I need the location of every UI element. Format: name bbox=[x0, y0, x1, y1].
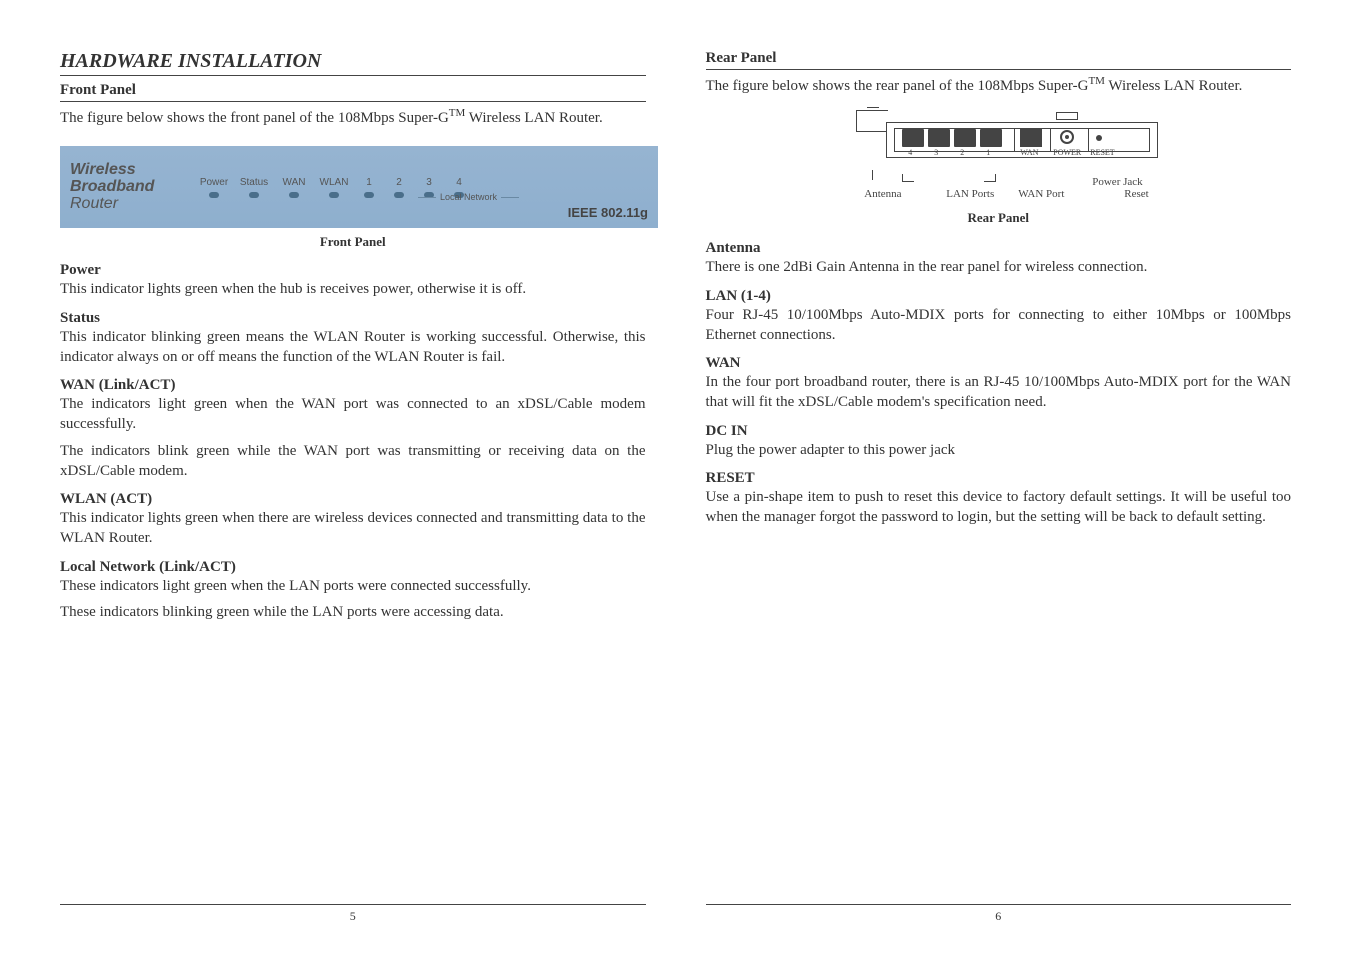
front-panel-figure: Wireless Broadband Router Power Status W… bbox=[60, 146, 658, 228]
led-dot-icon bbox=[209, 192, 219, 198]
local-network-label: Local Network bbox=[440, 192, 497, 202]
sec-dcin-title: DC IN bbox=[706, 423, 1292, 440]
led-status: Status bbox=[234, 177, 274, 198]
led-dot-icon bbox=[364, 192, 374, 198]
reset-tiny-label: RESET bbox=[1090, 148, 1114, 157]
brand-line-1: Wireless bbox=[70, 162, 190, 179]
led-label: Status bbox=[240, 177, 268, 188]
sec-localnet-title: Local Network (Link/ACT) bbox=[60, 559, 646, 576]
sec-wan2-title: WAN bbox=[706, 355, 1292, 372]
brand-line-3: Router bbox=[70, 196, 190, 213]
sec-wan-body-2: The indicators blink green while the WAN… bbox=[60, 441, 646, 482]
lan-ports-callout: LAN Ports bbox=[946, 188, 994, 200]
right-page-number: 6 bbox=[706, 904, 1292, 924]
intro-text-b: Wireless LAN Router. bbox=[1105, 78, 1242, 94]
front-panel-caption: Front Panel bbox=[60, 234, 646, 250]
bracket-icon bbox=[984, 174, 996, 182]
wan-port-callout: WAN Port bbox=[1018, 188, 1064, 200]
rear-panel-callouts: Antenna LAN Ports WAN Port Power Jack Re… bbox=[828, 170, 1168, 206]
left-page: HARDWARE INSTALLATION Front Panel The fi… bbox=[30, 50, 676, 924]
led-label: WAN bbox=[283, 177, 306, 188]
intro-text-a: The figure below shows the rear panel of… bbox=[706, 78, 1089, 94]
separator-icon bbox=[1088, 128, 1089, 152]
sec-lan-body: Four RJ-45 10/100Mbps Auto-MDIX ports fo… bbox=[706, 305, 1292, 346]
sec-wan-title: WAN (Link/ACT) bbox=[60, 377, 646, 394]
rear-panel-figure: 4 3 2 1 WAN POWER RESET Antenna LAN Port… bbox=[706, 110, 1292, 234]
sec-dcin-body: Plug the power adapter to this power jac… bbox=[706, 440, 1292, 460]
led-label: 1 bbox=[366, 177, 372, 188]
brand-line-2: Broadband bbox=[70, 179, 190, 196]
hardware-install-heading: HARDWARE INSTALLATION bbox=[60, 50, 646, 76]
port-num-4: 4 bbox=[908, 148, 912, 157]
bracket-line-icon bbox=[418, 197, 436, 198]
local-network-bracket: Local Network bbox=[418, 192, 519, 202]
led-label: Power bbox=[200, 177, 228, 188]
led-power: Power bbox=[194, 177, 234, 198]
left-page-number: 5 bbox=[60, 904, 646, 924]
separator-icon bbox=[1014, 128, 1015, 152]
lan-port-icon bbox=[902, 129, 924, 147]
arrow-icon bbox=[872, 170, 873, 180]
led-2: 2 bbox=[384, 177, 414, 198]
sec-wlan-body: This indicator lights green when there a… bbox=[60, 508, 646, 549]
sec-lan-title: LAN (1-4) bbox=[706, 288, 1292, 305]
led-label: 3 bbox=[426, 177, 432, 188]
wan-port-icon bbox=[1020, 129, 1042, 147]
intro-text-b: Wireless LAN Router. bbox=[465, 110, 602, 126]
led-dot-icon bbox=[249, 192, 259, 198]
rear-panel-subhead: Rear Panel bbox=[706, 50, 1292, 70]
separator-icon bbox=[1050, 128, 1051, 152]
tm-superscript: TM bbox=[449, 107, 466, 119]
lan-port-icon bbox=[980, 129, 1002, 147]
led-wlan: WLAN bbox=[314, 177, 354, 198]
sec-status-body: This indicator blinking green means the … bbox=[60, 327, 646, 368]
rear-panel-caption: Rear Panel bbox=[968, 210, 1030, 226]
sec-wan2-body: In the four port broadband router, there… bbox=[706, 372, 1292, 413]
power-tiny-label: POWER bbox=[1053, 148, 1081, 157]
intro-text-a: The figure below shows the front panel o… bbox=[60, 110, 449, 126]
port-num-3: 3 bbox=[934, 148, 938, 157]
led-wan: WAN bbox=[274, 177, 314, 198]
port-num-1: 1 bbox=[986, 148, 990, 157]
sec-power-body: This indicator lights green when the hub… bbox=[60, 279, 646, 299]
sec-power-title: Power bbox=[60, 262, 646, 279]
sec-antenna-body: There is one 2dBi Gain Antenna in the re… bbox=[706, 257, 1292, 277]
front-panel-intro: The figure below shows the front panel o… bbox=[60, 106, 646, 128]
port-num-2: 2 bbox=[960, 148, 964, 157]
led-dot-icon bbox=[394, 192, 404, 198]
led-label: 2 bbox=[396, 177, 402, 188]
led-dot-icon bbox=[329, 192, 339, 198]
tm-superscript: TM bbox=[1088, 75, 1105, 87]
antenna-callout: Antenna bbox=[864, 188, 901, 200]
sec-antenna-title: Antenna bbox=[706, 240, 1292, 257]
power-jack-callout: Power Jack bbox=[1092, 176, 1142, 188]
sec-wan-body-1: The indicators light green when the WAN … bbox=[60, 394, 646, 435]
sec-reset-body: Use a pin-shape item to push to reset th… bbox=[706, 487, 1292, 528]
sec-wlan-title: WLAN (ACT) bbox=[60, 491, 646, 508]
power-plug-icon bbox=[1056, 112, 1078, 120]
sec-localnet-body-2: These indicators blinking green while th… bbox=[60, 602, 646, 622]
sec-status-title: Status bbox=[60, 310, 646, 327]
wan-tiny-label: WAN bbox=[1020, 148, 1038, 157]
sec-localnet-body-1: These indicators light green when the LA… bbox=[60, 576, 646, 596]
sec-reset-title: RESET bbox=[706, 470, 1292, 487]
right-page: Rear Panel The figure below shows the re… bbox=[676, 50, 1322, 924]
ieee-label: IEEE 802.11g bbox=[568, 205, 648, 220]
bracket-line-icon bbox=[501, 197, 519, 198]
router-brand: Wireless Broadband Router bbox=[70, 162, 190, 212]
lan-port-icon bbox=[954, 129, 976, 147]
rear-panel-svg: 4 3 2 1 WAN POWER RESET bbox=[828, 110, 1168, 170]
rear-panel-intro: The figure below shows the rear panel of… bbox=[706, 74, 1292, 96]
led-label: WLAN bbox=[320, 177, 349, 188]
led-label: 4 bbox=[456, 177, 462, 188]
front-panel-subhead: Front Panel bbox=[60, 82, 646, 102]
bracket-icon bbox=[902, 174, 914, 182]
lan-port-icon bbox=[928, 129, 950, 147]
led-1: 1 bbox=[354, 177, 384, 198]
led-dot-icon bbox=[289, 192, 299, 198]
antenna-icon bbox=[856, 110, 888, 132]
reset-callout: Reset bbox=[1124, 188, 1148, 200]
